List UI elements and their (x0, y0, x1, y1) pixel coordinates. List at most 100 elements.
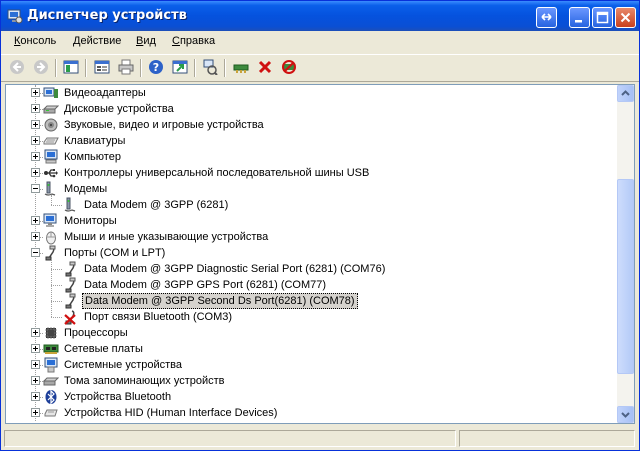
tree-row[interactable]: Data Modem @ 3GPP GPS Port (6281) (COM77… (6, 277, 614, 293)
port-icon (63, 277, 79, 293)
expand-toggle[interactable] (31, 376, 40, 385)
expand-toggle[interactable] (31, 104, 40, 113)
tree-row[interactable]: Устройства HID (Human Interface Devices) (6, 405, 614, 421)
expand-toggle[interactable] (31, 152, 40, 161)
device-label[interactable]: Порт связи Bluetooth (COM3) (82, 310, 234, 324)
expand-toggle[interactable] (31, 344, 40, 353)
export-icon[interactable] (171, 58, 189, 76)
tree-node-label[interactable]: Мыши и иные указывающие устройства (62, 230, 270, 244)
tree-node-label[interactable]: Модемы (62, 182, 109, 196)
tree-connector (51, 205, 62, 206)
menu-view[interactable]: Вид (136, 35, 156, 47)
restore-button[interactable] (536, 7, 557, 28)
device-manager-icon (7, 8, 23, 24)
tree-node-label[interactable]: Сетевые платы (62, 342, 145, 356)
tree-connector (51, 269, 62, 270)
expand-toggle[interactable] (31, 120, 40, 129)
usb-icon (43, 165, 59, 181)
update-driver-icon[interactable] (232, 58, 250, 76)
tree-node-label[interactable]: Системные устройства (62, 358, 184, 372)
menu-help[interactable]: Справка (172, 35, 215, 47)
storage-volume-icon (42, 373, 60, 389)
expand-toggle[interactable] (31, 408, 40, 417)
tree-node-label[interactable]: Устройства HID (Human Interface Devices) (62, 406, 279, 420)
scan-hardware-icon[interactable] (201, 58, 219, 76)
tree-node-label[interactable]: Клавиатуры (62, 134, 127, 148)
forward-icon[interactable] (32, 58, 50, 76)
expand-toggle[interactable] (31, 360, 40, 369)
tree-row[interactable]: Устройства Bluetooth (6, 389, 614, 405)
expand-toggle[interactable] (31, 392, 40, 401)
help-icon[interactable]: ? (147, 58, 165, 76)
tree-node-label[interactable]: Видеоадаптеры (62, 86, 148, 100)
tree-row[interactable]: Сетевые платы (6, 341, 614, 357)
tree-node-label[interactable]: Мониторы (62, 214, 119, 228)
scroll-down-button[interactable] (617, 406, 634, 423)
processor-icon (43, 325, 59, 341)
print-icon[interactable] (117, 58, 135, 76)
collapse-toggle[interactable] (31, 248, 40, 257)
tree-row[interactable]: Звуковые, видео и игровые устройства (6, 117, 614, 133)
tree-node-label[interactable]: Процессоры (62, 326, 130, 340)
expand-toggle[interactable] (31, 136, 40, 145)
title-bar[interactable]: Диспетчер устройств (1, 1, 639, 31)
disable-icon[interactable] (280, 58, 298, 76)
tree-row[interactable]: Тома запоминающих устройств (6, 373, 614, 389)
menu-bar: Консоль Действие Вид Справка (1, 31, 639, 53)
properties-icon[interactable] (93, 58, 111, 76)
scroll-thumb[interactable] (617, 179, 634, 374)
tree-connector (51, 259, 52, 317)
selected-device-label[interactable]: Data Modem @ 3GPP Second Ds Port(6281) (… (82, 293, 358, 309)
tree-node-label[interactable]: Дисковые устройства (62, 102, 176, 116)
expand-toggle[interactable] (31, 168, 40, 177)
tree-row[interactable]: Контроллеры универсальной последовательн… (6, 165, 614, 181)
tree-node-label[interactable]: Порты (COM и LPT) (62, 246, 167, 260)
tree-row[interactable]: Дисковые устройства (6, 101, 614, 117)
tree-row[interactable]: Видеоадаптеры (6, 85, 614, 101)
back-icon[interactable] (8, 58, 26, 76)
tree-connector (51, 285, 62, 286)
close-button[interactable] (615, 7, 636, 28)
tree-row[interactable]: Процессоры (6, 325, 614, 341)
console-tree-icon[interactable] (62, 58, 80, 76)
device-tree[interactable]: Видеоадаптеры Дисковые устройства Звуковые… (5, 84, 635, 424)
device-label[interactable]: Data Modem @ 3GPP (6281) (82, 198, 230, 212)
tree-row[interactable]: Порт связи Bluetooth (COM3) (6, 309, 614, 325)
tree-node-label[interactable]: Устройства Bluetooth (62, 390, 173, 404)
port-icon (63, 261, 79, 277)
tree-node-label[interactable]: Компьютер (62, 150, 123, 164)
expand-toggle[interactable] (31, 216, 40, 225)
device-label[interactable]: Data Modem @ 3GPP GPS Port (6281) (COM77… (82, 278, 328, 292)
network-card-icon (43, 341, 59, 357)
maximize-button[interactable] (592, 7, 613, 28)
tree-row[interactable]: Компьютер (6, 149, 614, 165)
tree-row[interactable]: Порты (COM и LPT) (6, 245, 614, 261)
menu-console[interactable]: Консоль (14, 35, 56, 47)
tree-node-label[interactable]: Звуковые, видео и игровые устройства (62, 118, 266, 132)
expand-toggle[interactable] (31, 232, 40, 241)
expand-toggle[interactable] (31, 328, 40, 337)
tree-row[interactable]: Data Modem @ 3GPP (6281) (6, 197, 614, 213)
menu-action[interactable]: Действие (73, 35, 121, 47)
tree-row[interactable]: Клавиатуры (6, 133, 614, 149)
tree-node-label[interactable]: Тома запоминающих устройств (62, 374, 227, 388)
tree-row[interactable]: Data Modem @ 3GPP Second Ds Port(6281) (… (6, 293, 614, 309)
tree-row[interactable]: Мыши и иные указывающие устройства (6, 229, 614, 245)
tree-row[interactable]: Системные устройства (6, 357, 614, 373)
device-label[interactable]: Data Modem @ 3GPP Diagnostic Serial Port… (82, 262, 387, 276)
expand-toggle[interactable] (31, 88, 40, 97)
tree-row[interactable]: Модемы (6, 181, 614, 197)
tree-row[interactable]: Мониторы (6, 213, 614, 229)
tree-connector (51, 195, 52, 205)
tree-row[interactable]: Data Modem @ 3GPP Diagnostic Serial Port… (6, 261, 614, 277)
collapse-toggle[interactable] (31, 184, 40, 193)
vertical-scrollbar[interactable] (617, 85, 634, 423)
hid-icon (43, 405, 59, 421)
port-icon (63, 293, 79, 309)
status-bar (1, 427, 639, 450)
tree-node-label[interactable]: Контроллеры универсальной последовательн… (62, 166, 371, 180)
uninstall-icon[interactable] (256, 58, 274, 76)
scroll-up-button[interactable] (617, 85, 634, 102)
bluetooth-icon (43, 389, 59, 405)
minimize-button[interactable] (569, 7, 590, 28)
